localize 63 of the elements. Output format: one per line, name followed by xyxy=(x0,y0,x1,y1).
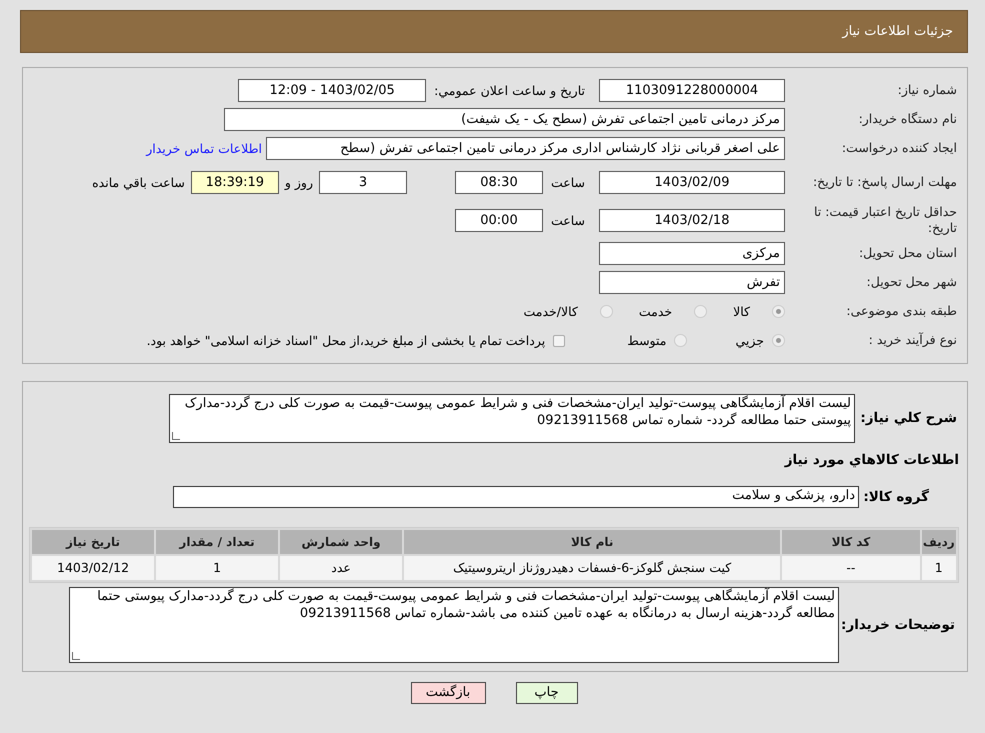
radio-label: جزيي xyxy=(735,333,764,348)
field-label: حداقل تاریخ اعتبار قیمت: تا تاریخ: xyxy=(812,204,958,236)
remaining-time-field: 18:39:19 xyxy=(190,170,279,194)
field-label: استان محل تحویل: xyxy=(858,245,958,262)
need-number-field: 1103091228000004 xyxy=(599,79,785,102)
table-cell: 1 xyxy=(922,556,956,580)
radio-label: کالا xyxy=(733,304,750,319)
field-label: طبقه بندی موضوعی: xyxy=(845,303,958,320)
reply-time-field: 08:30 xyxy=(454,170,543,194)
field-label: ایجاد کننده درخواست: xyxy=(840,140,958,157)
radio-button[interactable] xyxy=(772,305,785,318)
radio-label: کالا/خدمت xyxy=(523,304,578,319)
summary-textarea: لیست اقلام آزمایشگاهی پیوست-تولید ایران-مشخصات فنی و شرایط عمومی پیوست-قیمت به صورت کلی درج گردد-مدارک پیوستی حتما مطالعه گردد- شماره تماس 09213911568 xyxy=(169,394,855,443)
column-header: واحد شمارش xyxy=(280,530,402,554)
column-header: کد کالا xyxy=(782,530,920,554)
reply-date-field: 1403/02/09 xyxy=(599,170,785,194)
field-label: نوع فرآیند خرید : xyxy=(868,332,958,349)
buyer-notes-textarea: لیست اقلام آزمایشگاهی پیوست-تولید ایران-مشخصات فنی و شرایط عمومی پیوست-قیمت به صورت کلی درج گردد-مدارک پیوستی حتما مطالعه گردد-هزینه ارسال به درمانگاه به عهده تامین کننده می باشد-شماره تماس 09213911568 xyxy=(69,586,839,663)
validity-time-field: 00:00 xyxy=(454,208,543,232)
announce-date-field: 1403/02/05 - 12:09 xyxy=(238,79,426,102)
radio-button[interactable] xyxy=(674,334,688,347)
field-label: تاریخ و ساعت اعلان عمومي: xyxy=(434,83,585,98)
column-header: نام کالا xyxy=(404,530,780,554)
column-header: ردیف xyxy=(922,530,956,554)
resize-grip-icon xyxy=(72,652,80,660)
buyer-org-field: مرکز درمانی تامین اجتماعی تفرش (سطح یک - یک شیفت) xyxy=(224,108,785,131)
days-field: 3 xyxy=(318,170,407,194)
requester-field: علی اصغر قربانی نژاد کارشناس اداری مرکز درمانی تامین اجتماعی تفرش (سطح xyxy=(266,137,785,160)
field-label: توضیحات خریدار: xyxy=(840,616,956,633)
radio-button[interactable] xyxy=(694,305,708,318)
section-title: اطلاعات کالاهاي مورد نیاز xyxy=(784,452,959,468)
payment-note: پرداخت تمام یا بخشی از مبلغ خرید،از محل "اسناد خزانه اسلامی" خواهد بود. xyxy=(146,333,546,348)
field-label: گروه کالا: xyxy=(862,488,930,505)
resize-grip-icon xyxy=(172,432,180,440)
table-cell: -- xyxy=(782,556,920,580)
radio-button[interactable] xyxy=(772,334,785,347)
radio-label: متوسط xyxy=(627,333,666,348)
province-field: مرکزی xyxy=(599,242,785,265)
field-label: شهر محل تحویل: xyxy=(866,274,958,291)
field-label: نام دستگاه خریدار: xyxy=(858,111,958,128)
checkbox[interactable] xyxy=(553,334,566,346)
table-cell: عدد xyxy=(280,556,402,580)
city-field: تفرش xyxy=(599,271,785,294)
field-label: مهلت ارسال پاسخ: تا تاریخ: xyxy=(812,174,958,190)
field-label: شرح کلي نیاز: xyxy=(859,410,958,426)
field-label: ساعت باقي مانده xyxy=(92,174,185,190)
page-title: جزئیات اطلاعات نیاز xyxy=(842,24,953,39)
back-button[interactable]: بازگشت xyxy=(410,682,486,704)
validity-date-field: 1403/02/18 xyxy=(599,208,785,232)
column-header: تعداد / مقدار xyxy=(156,530,278,554)
table-cell: 1403/02/12 xyxy=(32,556,154,580)
radio-button[interactable] xyxy=(600,305,613,318)
column-header: تاریخ نیاز xyxy=(32,530,154,554)
buyer-contact-link[interactable]: اطلاعات تماس خریدار xyxy=(146,141,262,156)
print-button[interactable]: چاپ xyxy=(516,682,578,704)
goods-group-field: دارو، پزشکی و سلامت xyxy=(173,486,859,508)
table-cell: 1 xyxy=(156,556,278,580)
table-cell: کیت سنجش گلوکز-6-فسفات دهیدروژناز اریتروسیتیک xyxy=(404,556,780,580)
radio-label: خدمت xyxy=(638,304,672,319)
field-label: روز و xyxy=(284,174,313,190)
field-label: شماره نیاز: xyxy=(896,82,958,99)
field-label: ساعت xyxy=(550,212,585,228)
field-label: ساعت xyxy=(550,174,585,190)
